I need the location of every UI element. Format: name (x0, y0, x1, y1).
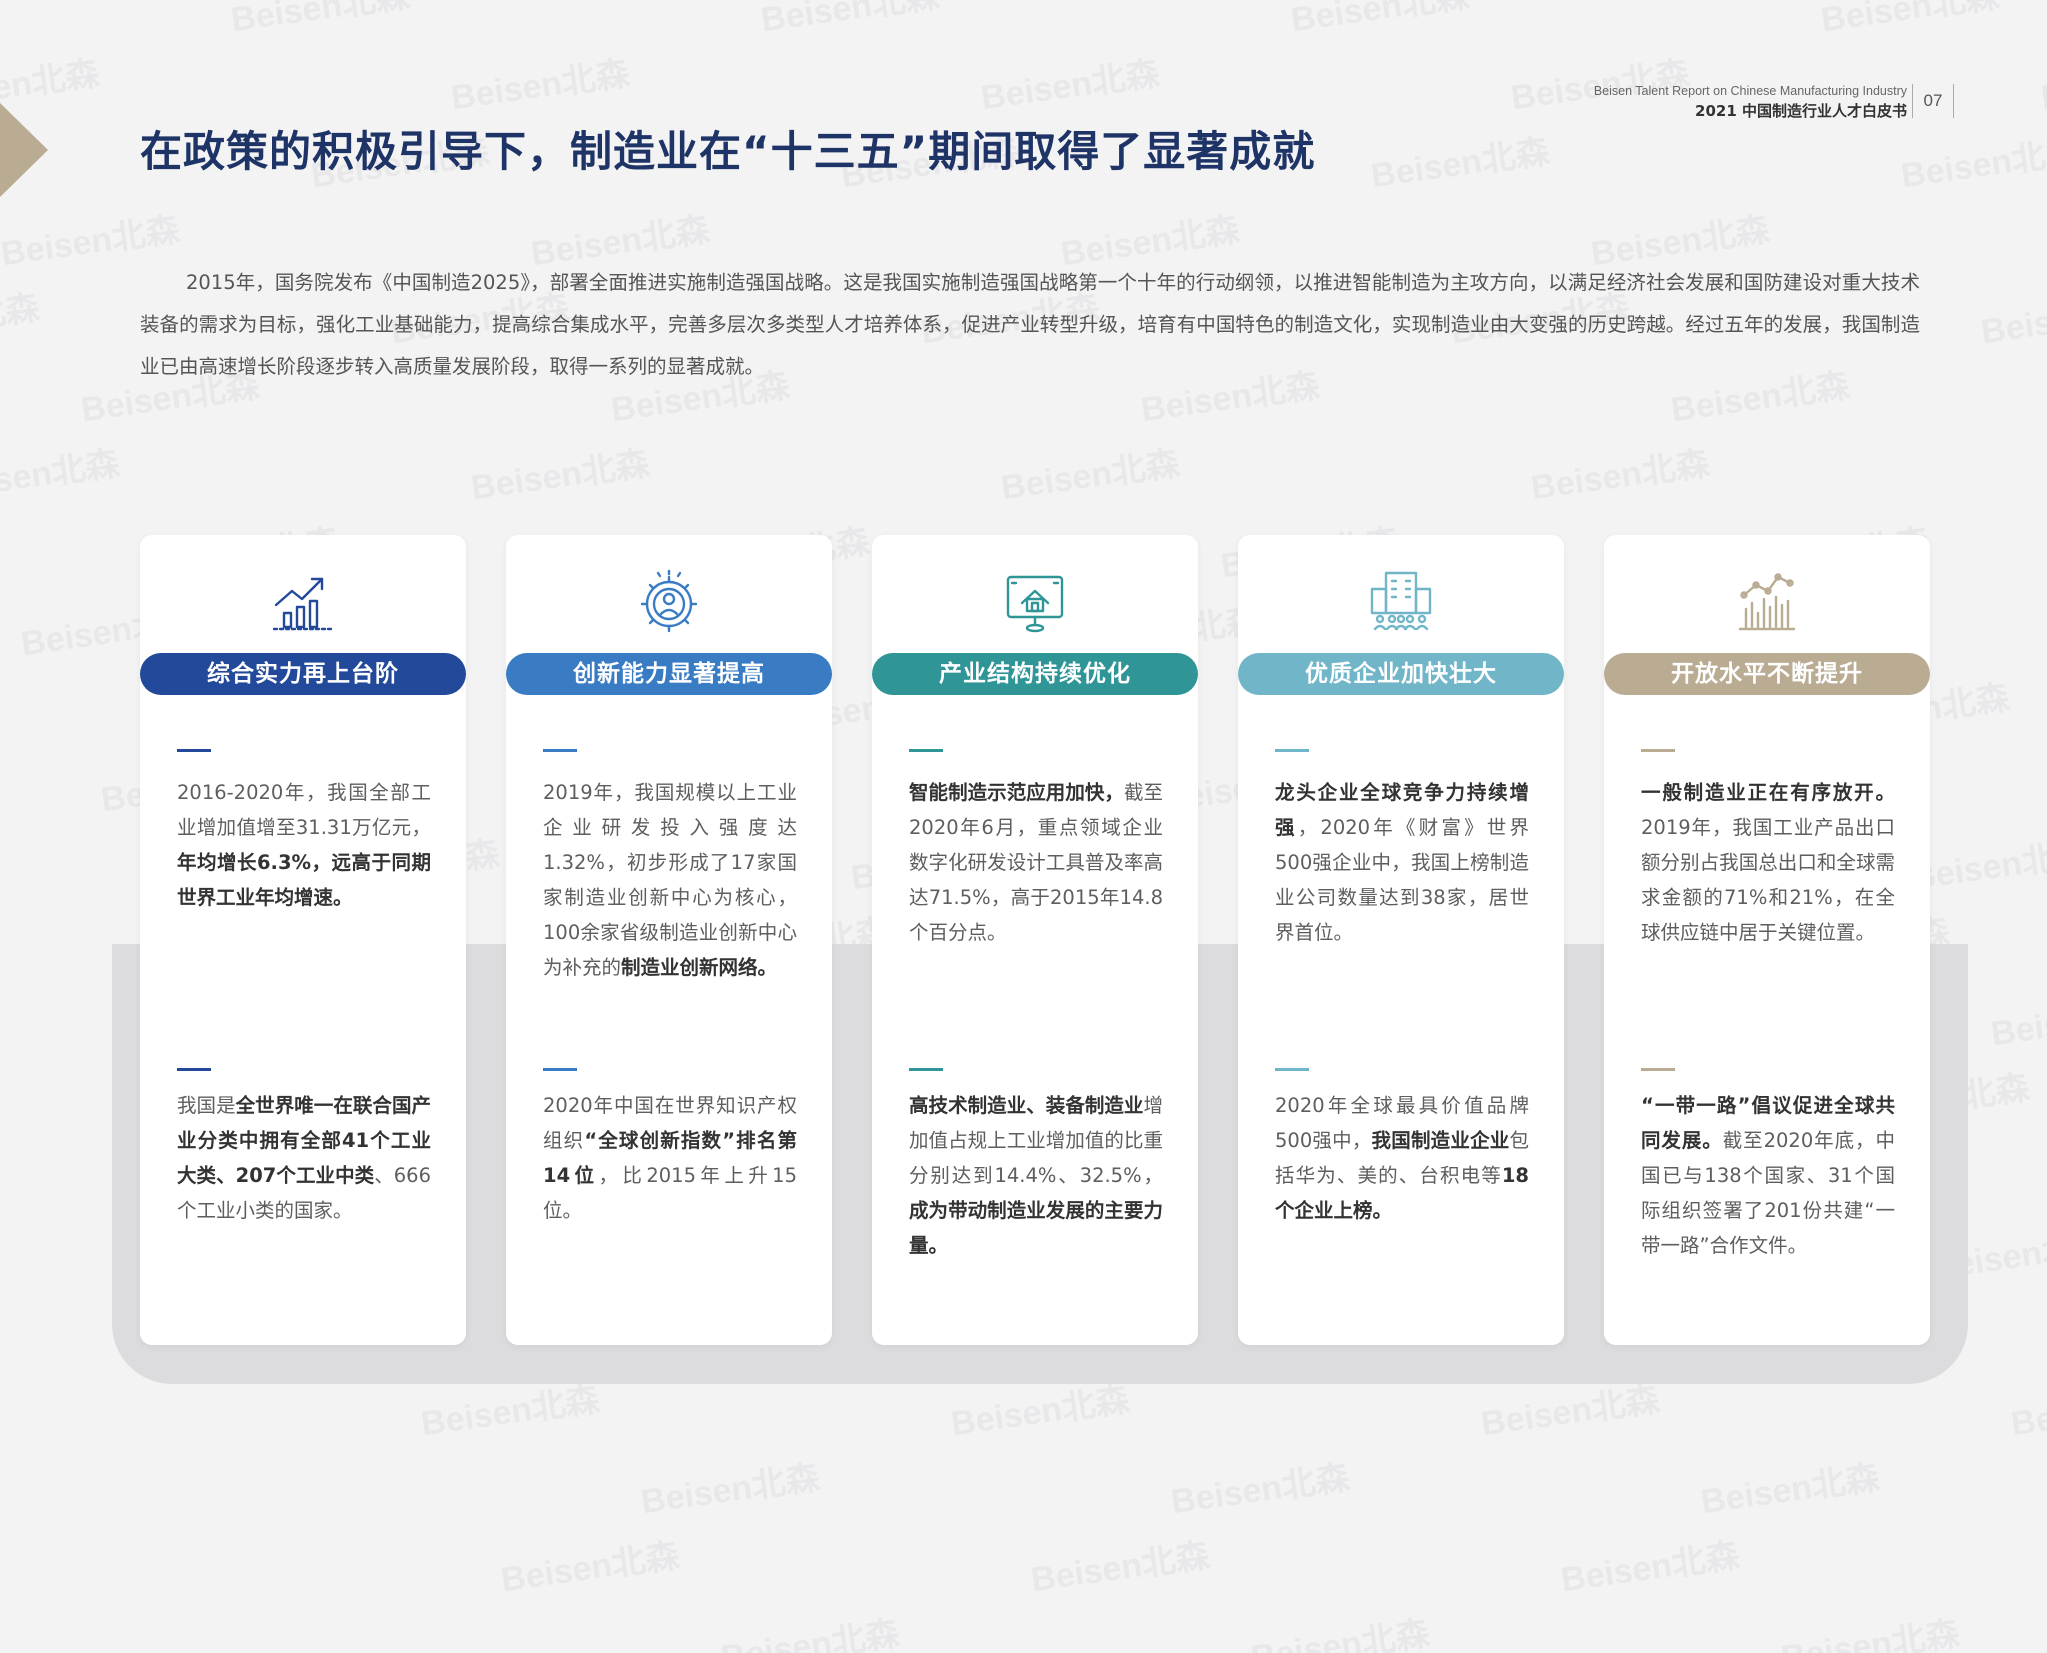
card-text-secondary: 我国是全世界唯一在联合国产业分类中拥有全部41个工业大类、207个工业中类、66… (177, 1088, 431, 1228)
text-run: 我国是 (177, 1094, 236, 1117)
divider-dash (1641, 1068, 1675, 1071)
watermark-text: Beisen北森 (1898, 132, 2047, 196)
card-overall-strength: 综合实力再上台阶 2016-2020年，我国全部工业增加值增至31.31万亿元，… (140, 535, 466, 1345)
watermark-text: Beisen北森 (498, 1536, 682, 1600)
text-run: ，2020年《财富》世界500强企业中，我国上榜制造业公司数量达到38家，居世界… (1275, 816, 1529, 944)
watermark-text: Beisen北森 (1698, 1458, 1882, 1522)
watermark-text: Beisen北森 (758, 0, 942, 40)
watermark-text: Beisen北森 (1528, 444, 1712, 508)
divider-dash (1641, 749, 1675, 752)
text-run: 2016-2020年，我国全部工业增加值增至31.31万亿元， (177, 781, 431, 839)
emphasis-text: 成为带动制造业发展的主要力量。 (909, 1199, 1163, 1257)
watermark-text: Beisen北森 (448, 54, 632, 118)
divider-dash (543, 1068, 577, 1071)
card-label: 综合实力再上台阶 (140, 653, 466, 695)
card-innovation: 创新能力显著提高 2019年，我国规模以上工业企业研发投入强度达1.32%，初步… (506, 535, 832, 1345)
corner-arrow-decoration (0, 103, 48, 197)
watermark-text: Beisen北森 (1368, 132, 1552, 196)
emphasis-text: 一般制造业正在有序放开。 (1641, 781, 1895, 804)
watermark-text: Beisen北森 (1558, 1536, 1742, 1600)
divider-dash (543, 749, 577, 752)
emphasis-text: 我国制造业企业 (1371, 1129, 1510, 1152)
watermark-text: Beisen北森 (1818, 0, 2002, 40)
watermark-text: Beisen北森 (2038, 54, 2047, 118)
divider-dash (1275, 749, 1309, 752)
enterprise-building-icon (1238, 569, 1564, 637)
watermark-text: Beisen北森 (468, 444, 652, 508)
report-title-cn: 2021 中国制造行业人才白皮书 (1695, 102, 1907, 120)
watermark-text: Beisen北森 (0, 444, 122, 508)
watermark-text: Beisen北森 (978, 54, 1162, 118)
divider-dash (177, 749, 211, 752)
report-header: Beisen Talent Report on Chinese Manufact… (1594, 84, 1907, 121)
emphasis-text: 高技术制造业、装备制造业 (909, 1094, 1144, 1117)
innovation-gear-icon (506, 569, 832, 637)
opening-chart-icon (1604, 569, 1930, 637)
card-text-primary: 2019年，我国规模以上工业企业研发投入强度达1.32%，初步形成了17家国家制… (543, 775, 797, 985)
emphasis-text: 制造业创新网络。 (621, 956, 778, 979)
page-number: 07 (1912, 84, 1954, 118)
watermark-text: Beisen北森 (1978, 288, 2047, 352)
watermark-text: Beisen北森 (1248, 1614, 1432, 1653)
text-run: 2019年，我国工业产品出口额分别占我国总出口和全球需求金额的71%和21%，在… (1641, 816, 1895, 944)
watermark-text: Beisen北森 (0, 288, 42, 352)
watermark-text: Beisen北森 (1028, 1536, 1212, 1600)
card-text-secondary: 2020年中国在世界知识产权组织“全球创新指数”排名第14位，比2015年上升1… (543, 1088, 797, 1228)
text-run: 截至2020年6月，重点领域企业数字化研发设计工具普及率高达71.5%，高于20… (909, 781, 1163, 944)
divider-dash (177, 1068, 211, 1071)
page-title: 在政策的积极引导下，制造业在“十三五”期间取得了显著成就 (140, 127, 1316, 176)
watermark-text: Beisen北森 (1988, 990, 2047, 1054)
watermark-text: Beisen北森 (638, 1458, 822, 1522)
card-text-primary: 龙头企业全球竞争力持续增强，2020年《财富》世界500强企业中，我国上榜制造业… (1275, 775, 1529, 950)
intro-paragraph: 2015年，国务院发布《中国制造2025》，部署全面推进实施制造强国战略。这是我… (140, 271, 1920, 378)
emphasis-text: 智能制造示范应用加快， (909, 781, 1124, 804)
report-title-en: Beisen Talent Report on Chinese Manufact… (1593, 84, 1907, 98)
card-text-primary: 2016-2020年，我国全部工业增加值增至31.31万亿元， 年均增长6.3%，… (177, 775, 431, 915)
divider-dash (909, 749, 943, 752)
text-run: 2019年，我国规模以上工业企业研发投入强度达1.32%，初步形成了17家国家制… (543, 781, 797, 979)
emphasis-text: 年均增长6.3%，远高于同期世界工业年均增速。 (177, 851, 431, 909)
watermark-text: Beisen北森 (228, 0, 412, 40)
watermark-text: Beisen北森 (1288, 0, 1472, 40)
card-text-primary: 智能制造示范应用加快，截至2020年6月，重点领域企业数字化研发设计工具普及率高… (909, 775, 1163, 950)
divider-dash (1275, 1068, 1309, 1071)
card-text-secondary: “一带一路”倡议促进全球共同发展。截至2020年底，中国已与138个国家、31个… (1641, 1088, 1895, 1263)
card-opening-up: 开放水平不断提升 一般制造业正在有序放开。 2019年，我国工业产品出口额分别占我… (1604, 535, 1930, 1345)
watermark-text: Beisen北森 (998, 444, 1182, 508)
card-label: 产业结构持续优化 (872, 653, 1198, 695)
watermark-text: Beisen北森 (1778, 1614, 1962, 1653)
card-quality-enterprises: 优质企业加快壮大 龙头企业全球竞争力持续增强，2020年《财富》世界500强企业… (1238, 535, 1564, 1345)
divider-dash (909, 1068, 943, 1071)
watermark-text: Beisen北森 (1168, 1458, 1352, 1522)
card-label: 创新能力显著提高 (506, 653, 832, 695)
card-text-primary: 一般制造业正在有序放开。 2019年，我国工业产品出口额分别占我国总出口和全球需求… (1641, 775, 1895, 950)
card-text-secondary: 2020年全球最具价值品牌500强中，我国制造业企业包括华为、美的、台积电等18… (1275, 1088, 1529, 1228)
card-industry-structure: 产业结构持续优化 智能制造示范应用加快，截至2020年6月，重点领域企业数字化研… (872, 535, 1198, 1345)
smart-monitor-icon (872, 569, 1198, 637)
growth-chart-icon (140, 569, 466, 637)
card-label: 优质企业加快壮大 (1238, 653, 1564, 695)
watermark-text: Beisen北森 (718, 1614, 902, 1653)
card-label: 开放水平不断提升 (1604, 653, 1930, 695)
watermark-text: Beisen北森 (2008, 1380, 2047, 1444)
card-text-secondary: 高技术制造业、装备制造业增加值占规上工业增加值的比重分别达到14.4%、32.5… (909, 1088, 1163, 1263)
